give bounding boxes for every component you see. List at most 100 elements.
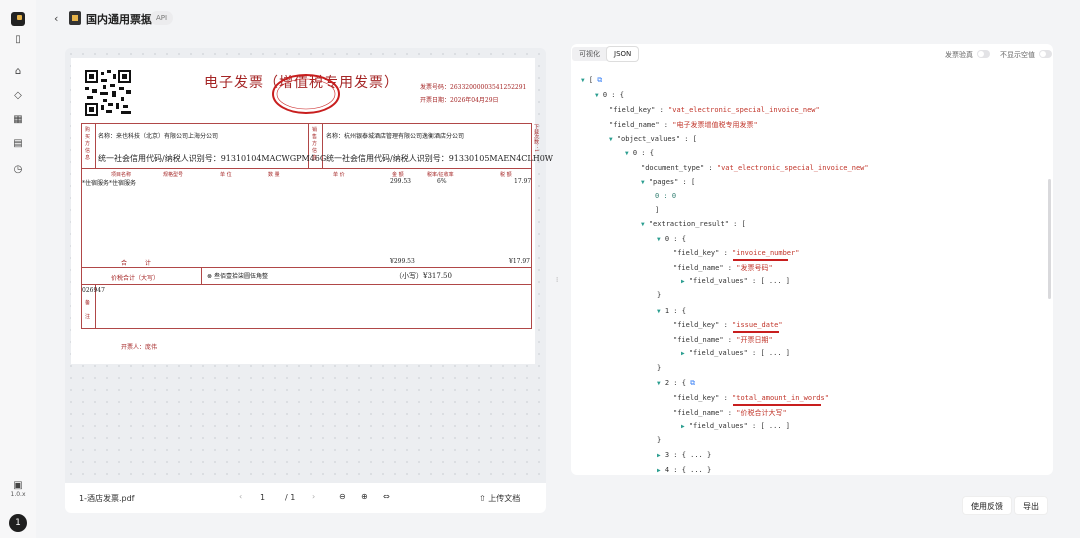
tab-visual[interactable]: 可视化: [572, 47, 607, 61]
total-tax: ¥17.97: [509, 258, 530, 265]
file-name: 1-酒店发票.pdf: [79, 494, 135, 503]
back-chevron-icon[interactable]: ‹: [54, 12, 58, 25]
col-spec: 规格型号: [163, 172, 184, 178]
json-key: "field_name": [673, 264, 724, 272]
json-line[interactable]: 4 : { ... }: [665, 466, 711, 474]
col-tax: 税 额: [500, 172, 512, 178]
invoice-number: 发票号码：26332000003541252291: [420, 84, 527, 91]
words-value: ⊗ 叁佰壹拾柒圆伍角整: [207, 273, 268, 280]
left-rail: ▯ ⌂ ◇ ▦ ▤ ◷ ▣ 1.0.x 1: [0, 0, 36, 538]
json-line: 0 : {: [632, 149, 654, 157]
item-rate: 6%: [437, 178, 447, 185]
json-line: 0 : {: [664, 235, 686, 243]
verify-toggle-label: 发票验真: [945, 51, 973, 59]
document-icon: [69, 11, 81, 25]
small-total: （小写）¥317.50: [395, 272, 452, 280]
highlight-underline: [733, 331, 779, 333]
json-line[interactable]: "field_values" : [ ... ]: [689, 349, 790, 357]
copy-icon[interactable]: ⧉: [597, 76, 602, 84]
json-line: 2 : {: [664, 379, 686, 387]
json-value: "发票号码": [736, 264, 773, 272]
json-root[interactable]: ▼ [ ⧉: [581, 76, 602, 85]
invoice-page: 电子发票（增值税专用发票） 发票号码：26332000003541252291 …: [71, 58, 553, 364]
json-value: "vat_electronic_special_invoice_new": [668, 106, 820, 114]
page-total: / 1: [285, 493, 296, 502]
words-value-text: 叁佰壹拾柒圆伍角整: [213, 273, 268, 280]
verify-toggle[interactable]: [977, 50, 990, 58]
json-key: "field_name": [609, 121, 660, 129]
hide-empty-toggle[interactable]: [1039, 50, 1052, 58]
highlight-underline: [733, 259, 788, 261]
fit-width-icon[interactable]: ⇔: [383, 492, 390, 501]
col-qty: 数 量: [268, 172, 280, 178]
json-value: "开票日期": [736, 336, 773, 344]
json-line[interactable]: 3 : { ... }: [665, 451, 711, 459]
json-line: "extraction_result" : [: [648, 220, 746, 228]
highlight-underline: [733, 404, 821, 406]
buyer-taxid: 统一社会信用代码/纳税人识别号：91310104MACWGPM46G: [98, 154, 327, 163]
col-amount: 金 额: [392, 172, 404, 178]
clipboard-icon[interactable]: ▤: [12, 138, 24, 150]
json-scrollbar[interactable]: [1048, 179, 1051, 299]
sidebar-toggle-icon[interactable]: ▯: [12, 34, 24, 46]
json-key: "field_name": [673, 409, 724, 417]
col-price: 单 价: [333, 172, 345, 178]
upload-button[interactable]: ⇧ 上传文档: [479, 493, 520, 504]
json-value: "total_amount_in_words": [732, 394, 829, 402]
stamp-seal: [272, 74, 340, 114]
total-label: 合 计: [121, 260, 159, 267]
item-name: *住宿服务*住宿服务: [82, 180, 137, 187]
col-unit: 单 位: [220, 172, 232, 178]
next-page-icon[interactable]: ›: [312, 492, 315, 501]
copy-icon[interactable]: ⧉: [690, 379, 695, 387]
json-key: "document_type": [641, 164, 705, 172]
grid-icon[interactable]: ▦: [12, 114, 24, 126]
total-amount: ¥299.53: [390, 258, 415, 265]
feedback-button[interactable]: 使用反馈: [962, 496, 1012, 515]
page-input[interactable]: 1: [260, 493, 265, 502]
home-icon[interactable]: ⌂: [12, 66, 24, 78]
hide-empty-label: 不显示空值: [1000, 51, 1035, 59]
document-viewer: 电子发票（增值税专用发票） 发票号码：26332000003541252291 …: [65, 48, 553, 513]
json-value: "vat_electronic_special_invoice_new": [716, 164, 869, 172]
json-value: "issue_date": [732, 321, 783, 329]
json-line: ]: [655, 206, 660, 214]
item-tax: 17.97: [514, 178, 532, 185]
item-amount: 299.53: [390, 178, 411, 185]
json-line[interactable]: "field_values" : [ ... ]: [689, 277, 790, 285]
json-key: "field_name": [673, 336, 724, 344]
export-button[interactable]: 导出: [1014, 496, 1048, 515]
top-bar: ‹ 国内通用票据 API: [36, 0, 1080, 38]
version-label: 1.0.x: [10, 491, 26, 498]
json-line: 0 : {: [602, 91, 624, 99]
json-key: "field_key": [673, 394, 720, 402]
side-note: 下载次数：1: [533, 124, 539, 153]
json-key: "field_key": [673, 249, 720, 257]
avatar[interactable]: 1: [9, 514, 27, 532]
tab-json[interactable]: JSON: [607, 47, 639, 61]
viewer-toolbar: 1-酒店发票.pdf ‹ 1 / 1 › ⊖ ⊕ ⇔ ⇧ 上传文档: [65, 483, 546, 513]
json-line[interactable]: "field_values" : [ ... ]: [689, 422, 790, 430]
clock-icon[interactable]: ◷: [12, 164, 24, 176]
json-line: 1 : {: [664, 307, 686, 315]
json-value: "invoice_number": [732, 249, 800, 257]
api-badge[interactable]: API: [150, 11, 174, 25]
cube-icon[interactable]: ◇: [12, 90, 24, 102]
json-value: "价税合计大写": [736, 409, 787, 417]
remark-side-label: 备注: [85, 300, 91, 320]
zoom-out-icon[interactable]: ⊖: [339, 492, 346, 501]
json-key: "field_key": [673, 321, 720, 329]
col-item: 项目名称: [111, 172, 132, 178]
seller-name: 名称：杭州银泰城酒店管理有限公司逸衡酒店分公司: [326, 133, 465, 140]
invoice-date: 开票日期：2026年04月29日: [420, 97, 499, 104]
seller-taxid: 统一社会信用代码/纳税人识别号：91330105MAEN4CLH0W: [326, 154, 554, 163]
upload-label: 上传文档: [488, 494, 521, 503]
json-key: "field_key": [609, 106, 656, 114]
zoom-in-icon[interactable]: ⊕: [361, 492, 368, 501]
json-line: "object_values" : [: [616, 135, 697, 143]
json-line: 0 : 0: [655, 192, 677, 200]
prev-page-icon[interactable]: ‹: [239, 492, 242, 501]
qr-code: [85, 70, 131, 116]
split-drag-handle[interactable]: ⁞: [556, 276, 558, 284]
app-logo[interactable]: [11, 12, 25, 26]
